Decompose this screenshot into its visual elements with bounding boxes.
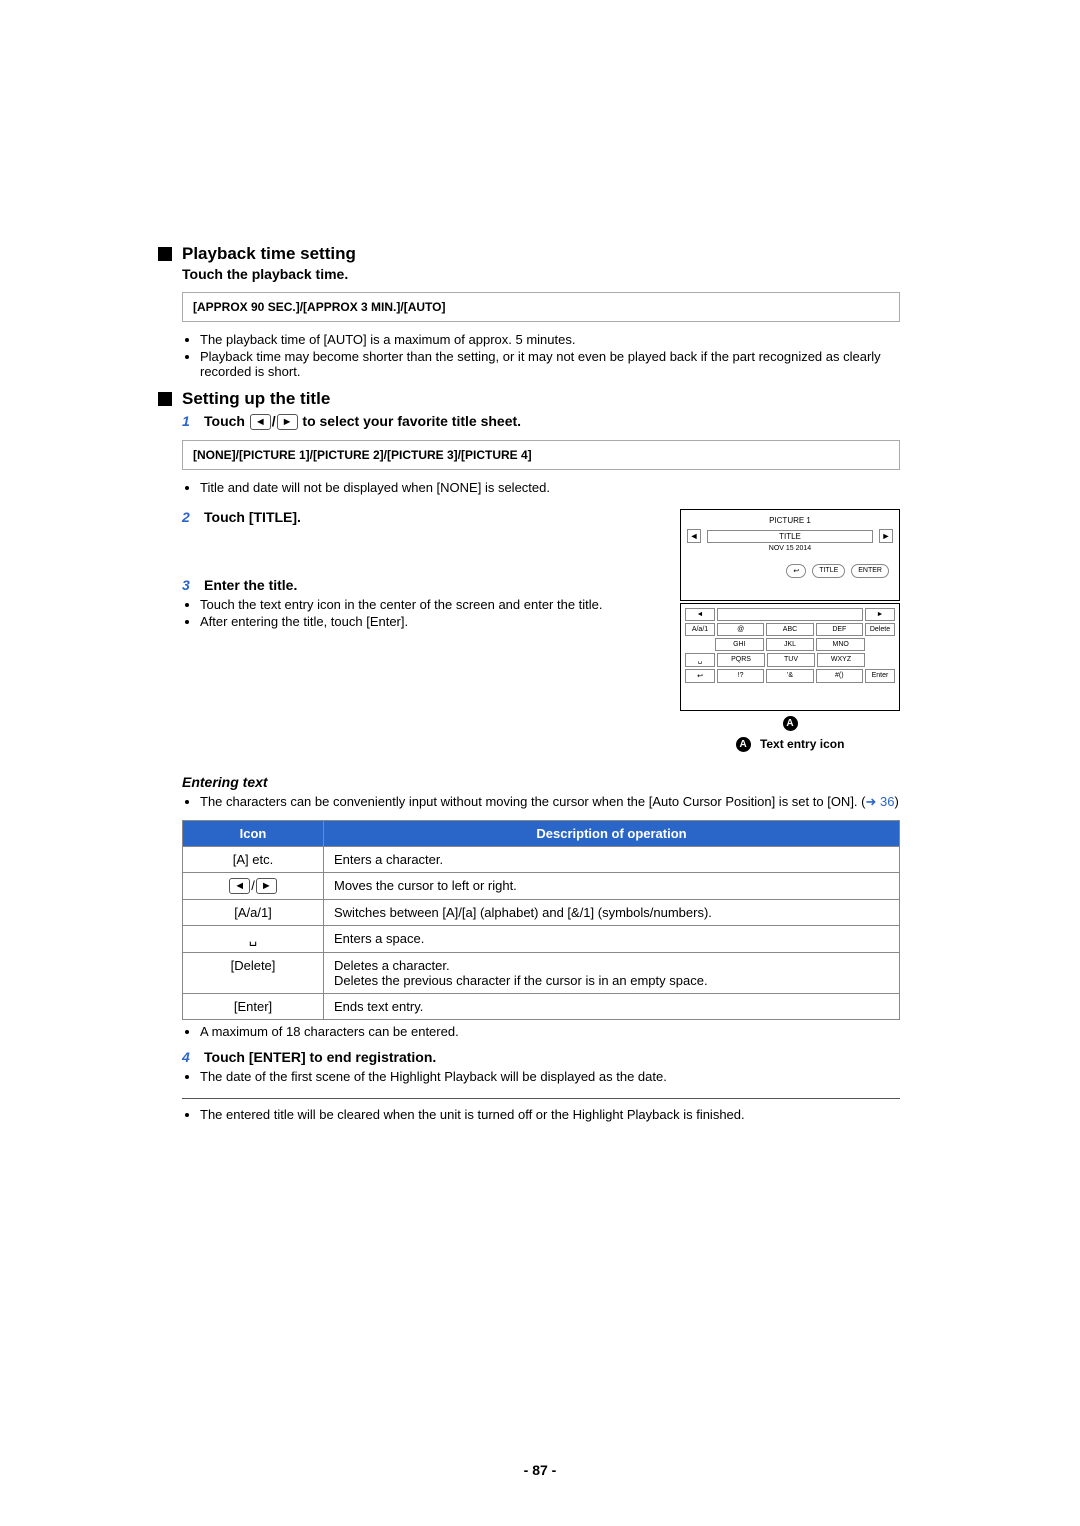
bullet-text: Title and date will not be displayed whe… xyxy=(200,480,900,495)
caption: A Text entry icon xyxy=(680,737,900,752)
right-arrow-icon: ► xyxy=(256,878,277,894)
options-box: [APPROX 90 SEC.]/[APPROX 3 MIN.]/[AUTO] xyxy=(182,292,900,322)
key-space: ␣ xyxy=(685,653,715,667)
left-arrow-icon: ◄ xyxy=(250,414,271,430)
icon-cell: ◄/► xyxy=(183,873,324,900)
page-link[interactable]: 36 xyxy=(880,794,894,809)
desc-cell: Enters a character. xyxy=(324,847,900,873)
step-text: Touch [TITLE]. xyxy=(204,509,301,525)
key-mode: A/a/1 xyxy=(685,623,715,636)
key-enter: Enter xyxy=(865,669,895,683)
bullet-text: A maximum of 18 characters can be entere… xyxy=(200,1024,900,1039)
marker-a-icon: A xyxy=(736,737,751,752)
bullet-text: Playback time may become shorter than th… xyxy=(200,349,900,379)
step-text: Touch ◄/► to select your favorite title … xyxy=(204,413,521,430)
square-bullet-icon xyxy=(158,392,172,406)
bullet-text: The characters can be conveniently input… xyxy=(200,794,900,810)
desc-cell: Enters a space. xyxy=(324,926,900,953)
key: GHI xyxy=(715,638,764,651)
bullet-text: The date of the first scene of the Highl… xyxy=(200,1069,900,1084)
options-box: [NONE]/[PICTURE 1]/[PICTURE 2]/[PICTURE … xyxy=(182,440,900,470)
date-label: NOV 15 2014 xyxy=(687,545,893,552)
bullet-text: Touch the text entry icon in the center … xyxy=(200,597,664,612)
icon-cell: [Enter] xyxy=(183,994,324,1020)
bullet-text: After entering the title, touch [Enter]. xyxy=(200,614,664,629)
col-icon: Icon xyxy=(183,821,324,847)
step-text: Enter the title. xyxy=(204,577,297,593)
left-arrow-icon: ◄ xyxy=(229,878,250,894)
key: PQRS xyxy=(717,653,765,667)
left-arrow-icon: ◄ xyxy=(687,529,701,543)
key-delete: Delete xyxy=(865,623,895,636)
table-row: [A/a/1] Switches between [A]/[a] (alphab… xyxy=(183,900,900,926)
title-preview-screen: PICTURE 1 ◄ TITLE ► NOV 15 2014 ↩ TITLE … xyxy=(680,509,900,601)
key-back: ↩ xyxy=(685,669,715,683)
right-arrow-icon: ► xyxy=(879,529,893,543)
title-field: TITLE xyxy=(707,530,873,543)
operations-table: Icon Description of operation [A] etc. E… xyxy=(182,820,900,1020)
page-number: - 87 - xyxy=(0,1462,1080,1478)
step-number: 2 xyxy=(182,509,204,525)
back-button: ↩ xyxy=(786,564,806,578)
step-number: 1 xyxy=(182,413,204,429)
icon-cell: [Delete] xyxy=(183,953,324,994)
bullet-text: The entered title will be cleared when t… xyxy=(200,1107,900,1122)
col-desc: Description of operation xyxy=(324,821,900,847)
table-row: ␣ Enters a space. xyxy=(183,926,900,953)
icon-cell: ␣ xyxy=(183,926,324,953)
right-arrow-icon: ► xyxy=(277,414,298,430)
subheading-entering-text: Entering text xyxy=(182,774,900,790)
icon-cell: [A] etc. xyxy=(183,847,324,873)
table-row: [Delete] Deletes a character. Deletes th… xyxy=(183,953,900,994)
bullet-text: The playback time of [AUTO] is a maximum… xyxy=(200,332,900,347)
icon-cell: [A/a/1] xyxy=(183,900,324,926)
square-bullet-icon xyxy=(158,247,172,261)
desc-cell: Moves the cursor to left or right. xyxy=(324,873,900,900)
sub-instruction: Touch the playback time. xyxy=(182,266,900,282)
picture-label: PICTURE 1 xyxy=(687,516,893,525)
key: #() xyxy=(816,669,863,683)
text-entry-screen: ◄ ► A/a/1 @ ABC DEF Delete GHI JKL MNO xyxy=(680,603,900,711)
key: @ xyxy=(717,623,764,636)
key: '& xyxy=(766,669,813,683)
enter-button: ENTER xyxy=(851,564,889,578)
key: !? xyxy=(717,669,764,683)
section-heading-title: Setting up the title xyxy=(182,389,900,409)
step-number: 4 xyxy=(182,1049,204,1065)
desc-cell: Switches between [A]/[a] (alphabet) and … xyxy=(324,900,900,926)
key: JKL xyxy=(766,638,815,651)
link-arrow-icon: ➜ xyxy=(866,794,877,809)
text-entry-area xyxy=(717,608,863,621)
key-left: ◄ xyxy=(685,608,715,621)
table-row: ◄/► Moves the cursor to left or right. xyxy=(183,873,900,900)
step-number: 3 xyxy=(182,577,204,593)
desc-cell: Ends text entry. xyxy=(324,994,900,1020)
key: ABC xyxy=(766,623,813,636)
divider xyxy=(182,1098,900,1099)
key: TUV xyxy=(767,653,815,667)
desc-cell: Deletes a character. Deletes the previou… xyxy=(324,953,900,994)
table-row: [Enter] Ends text entry. xyxy=(183,994,900,1020)
key-right: ► xyxy=(865,608,895,621)
step-text: Touch [ENTER] to end registration. xyxy=(204,1049,436,1065)
key: DEF xyxy=(816,623,863,636)
heading-text: Playback time setting xyxy=(182,244,356,264)
heading-text: Setting up the title xyxy=(182,389,330,409)
marker-a-icon: A xyxy=(783,716,798,731)
key: MNO xyxy=(816,638,865,651)
table-row: [A] etc. Enters a character. xyxy=(183,847,900,873)
section-heading-playback: Playback time setting xyxy=(182,244,900,264)
title-button: TITLE xyxy=(812,564,845,578)
key: WXYZ xyxy=(817,653,865,667)
